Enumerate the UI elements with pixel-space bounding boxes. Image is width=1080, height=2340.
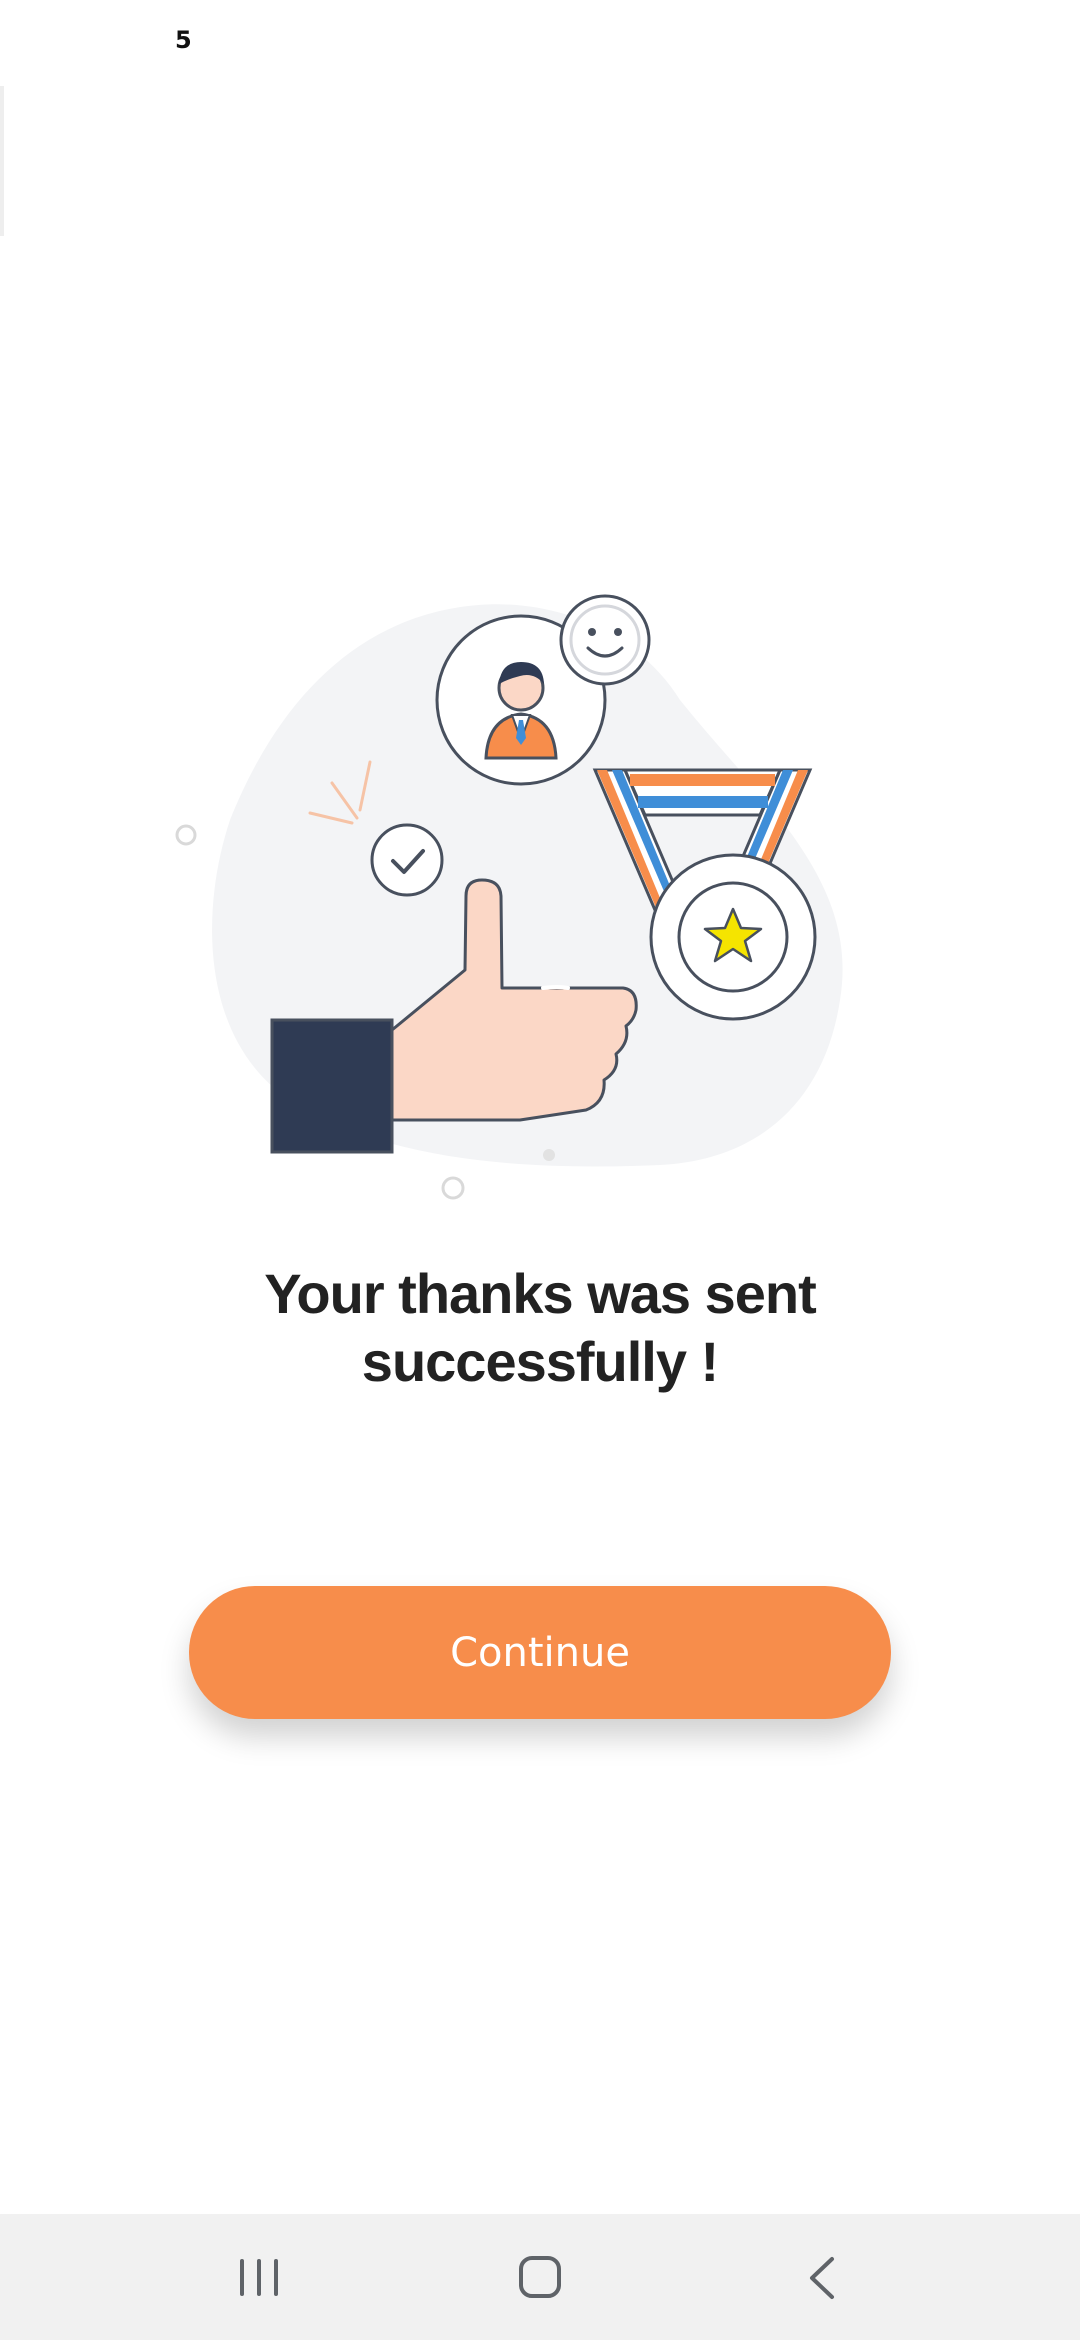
status-bar: 5	[0, 0, 1080, 84]
edge-panel-handle[interactable]	[0, 86, 4, 236]
home-icon	[519, 2256, 561, 2298]
back-button[interactable]	[740, 2214, 900, 2340]
sleeve	[270, 1018, 394, 1154]
decor-dot-bottom	[543, 1149, 555, 1161]
recent-apps-button[interactable]	[180, 2214, 340, 2340]
message-line-1: Your thanks was sent	[264, 1262, 817, 1325]
check-circle-icon	[370, 823, 444, 897]
home-button[interactable]	[460, 2214, 620, 2340]
status-indicator: 5	[175, 26, 192, 54]
decor-circle-bottom	[441, 1176, 465, 1200]
screen: 5 Your thanks was sent successfully ! Co…	[0, 0, 1080, 2340]
smiley-icon	[559, 594, 651, 686]
recent-apps-icon	[240, 2259, 278, 2296]
back-icon	[810, 2257, 834, 2299]
decor-circle-left	[175, 824, 197, 846]
success-message: Your thanks was sent successfully !	[120, 1260, 960, 1396]
success-illustration	[175, 594, 843, 1200]
continue-button[interactable]: Continue	[189, 1586, 891, 1719]
navigation-bar	[0, 2214, 1080, 2340]
message-line-2: successfully !	[361, 1330, 719, 1393]
